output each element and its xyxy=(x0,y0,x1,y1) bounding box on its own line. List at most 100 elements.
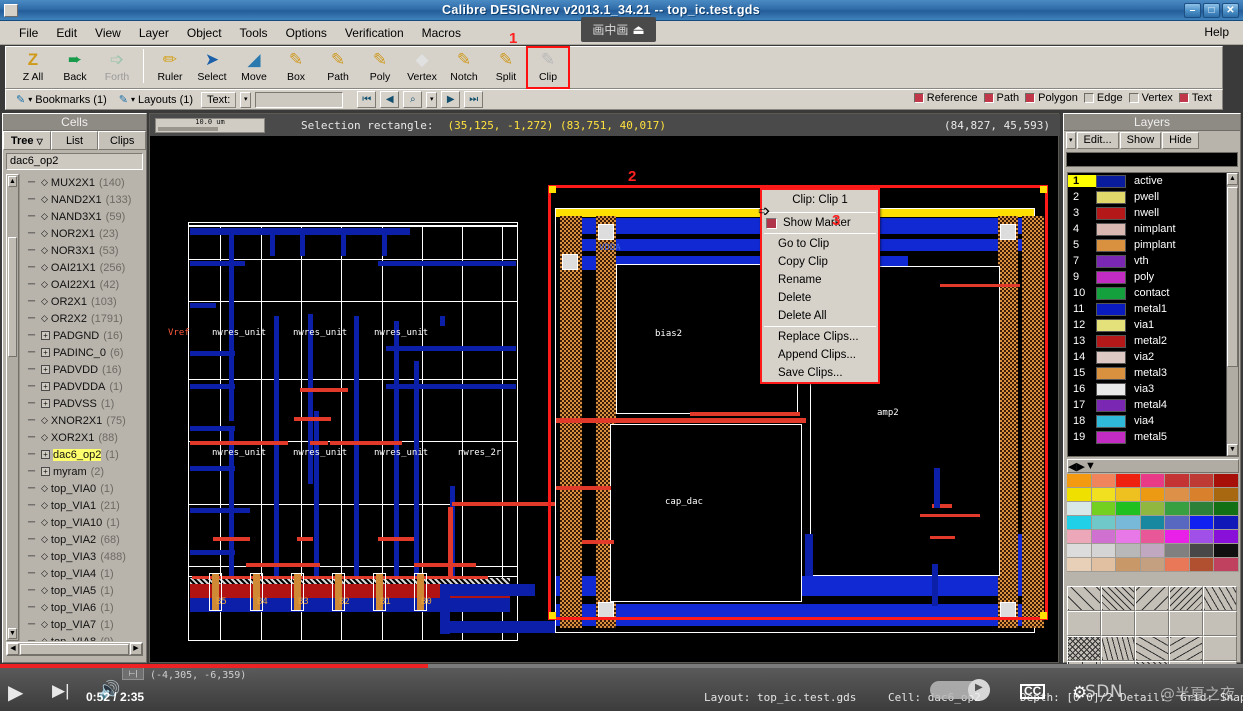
layer-color-swatch[interactable] xyxy=(1096,190,1126,204)
layer-color-swatch[interactable] xyxy=(1096,254,1126,268)
palette-swatch[interactable] xyxy=(1140,474,1165,488)
layer-color-swatch[interactable] xyxy=(1096,238,1126,252)
checkbox-icon[interactable] xyxy=(1025,93,1036,103)
cell-tree-item[interactable]: ─◇top_VIA8(9) xyxy=(20,633,143,642)
cell-tree-item[interactable]: ─ + myram (2) xyxy=(20,463,143,480)
menu-item-append-clips[interactable]: Append Clips... xyxy=(762,346,878,364)
palette-swatch[interactable] xyxy=(1165,530,1190,544)
pattern-swatch[interactable] xyxy=(1135,611,1169,636)
clip-context-menu[interactable]: Clip: Clip 1 Show Marker Go to Clip Copy… xyxy=(760,188,880,384)
cells-tree-hscrollbar[interactable]: ◀ ▶ xyxy=(6,642,143,656)
layer-color-swatch[interactable] xyxy=(1096,318,1126,332)
cell-filter-input[interactable]: dac6_op2 xyxy=(6,153,143,170)
palette-swatch[interactable] xyxy=(1140,558,1165,572)
palette-swatch[interactable] xyxy=(1116,488,1141,502)
layer-color-swatch[interactable] xyxy=(1096,286,1126,300)
pip-icon[interactable]: ⏏ xyxy=(632,22,644,38)
clip-handle-br[interactable] xyxy=(1040,612,1047,619)
palette-swatch[interactable] xyxy=(1091,516,1116,530)
tool-move[interactable]: ◢ Move xyxy=(233,47,275,88)
palette-swatch[interactable] xyxy=(1140,502,1165,516)
scroll-thumb[interactable] xyxy=(1227,187,1238,367)
layer-row[interactable]: 5 pimplant xyxy=(1068,237,1226,253)
close-button[interactable]: ✕ xyxy=(1222,2,1239,18)
pattern-swatch[interactable] xyxy=(1135,586,1169,611)
cell-tree-item[interactable]: ─ ◇ top_VIA6 (1) xyxy=(20,599,143,616)
clip-handle-tr[interactable] xyxy=(1040,186,1047,193)
palette-swatch[interactable] xyxy=(1116,474,1141,488)
menu-item-delete-all[interactable]: Delete All xyxy=(762,307,878,325)
cell-tree-item[interactable]: ─ ◇ NOR2X1 (23) xyxy=(20,225,143,242)
palette-swatch[interactable] xyxy=(1067,516,1092,530)
palette-swatch[interactable] xyxy=(1214,488,1239,502)
palette-swatch[interactable] xyxy=(1165,558,1190,572)
cell-tree-item[interactable]: ─ ◇ top_VIA5 (1) xyxy=(20,582,143,599)
layers-search-input[interactable] xyxy=(1066,152,1238,167)
layer-color-swatch[interactable] xyxy=(1096,430,1126,444)
layer-row[interactable]: 7 vth xyxy=(1068,253,1226,269)
palette-swatch[interactable] xyxy=(1067,502,1092,516)
color-palette[interactable] xyxy=(1067,474,1239,572)
cell-tree-item[interactable]: ─ ◇ OR2X2 (1791) xyxy=(20,310,143,327)
filter-edge[interactable]: Edge xyxy=(1083,92,1123,104)
layer-row[interactable]: 19 metal5 xyxy=(1068,429,1226,445)
expand-icon[interactable]: + xyxy=(41,399,50,408)
layers-options-dropdown[interactable]: ▾ xyxy=(1066,132,1076,149)
cell-tree-item[interactable]: ─ + dac6_op2 (1) xyxy=(20,446,143,463)
palette-swatch[interactable] xyxy=(1165,474,1190,488)
tab-clips[interactable]: Clips xyxy=(98,131,147,150)
cell-tree-item[interactable]: ─ ◇ top_VIA7 (1) xyxy=(20,616,143,633)
palette-swatch[interactable] xyxy=(1214,558,1239,572)
cell-tree-item[interactable]: ─ ◇ top_VIA3 (488) xyxy=(20,548,143,565)
palette-swatch[interactable] xyxy=(1189,558,1214,572)
palette-swatch[interactable] xyxy=(1214,502,1239,516)
palette-swatch[interactable] xyxy=(1091,502,1116,516)
cell-tree-item[interactable]: ─ ◇ OR2X1 (103) xyxy=(20,293,143,310)
scroll-left-icon[interactable]: ◀ xyxy=(1068,460,1076,473)
checkbox-icon[interactable] xyxy=(1178,93,1189,103)
tool-ruler[interactable]: ✏ Ruler xyxy=(149,47,191,88)
menu-item-copy-clip[interactable]: Copy Clip xyxy=(762,253,878,271)
pattern-swatch[interactable] xyxy=(1203,586,1237,611)
tool-select[interactable]: ➤ Select xyxy=(191,47,233,88)
palette-swatch[interactable] xyxy=(1116,502,1141,516)
menu-item-file[interactable]: File xyxy=(10,24,47,42)
menu-item-replace-clips[interactable]: Replace Clips... xyxy=(762,328,878,346)
palette-swatch[interactable] xyxy=(1214,544,1239,558)
layer-row[interactable]: 17 metal4 xyxy=(1068,397,1226,413)
layer-row[interactable]: 16 via3 xyxy=(1068,381,1226,397)
filter-reference[interactable]: Reference xyxy=(913,92,978,104)
palette-swatch[interactable] xyxy=(1067,558,1092,572)
menu-item-rename[interactable]: Rename xyxy=(762,271,878,289)
palette-swatch[interactable] xyxy=(1067,474,1092,488)
pattern-swatch[interactable] xyxy=(1067,636,1101,661)
nav-prev-button[interactable]: ◀ xyxy=(380,91,400,108)
menu-item-delete[interactable]: Delete xyxy=(762,289,878,307)
nav-next-button[interactable]: ▶ xyxy=(441,91,461,108)
palette-swatch[interactable] xyxy=(1189,516,1214,530)
menu-item-verification[interactable]: Verification xyxy=(336,24,413,42)
layout-canvas-area[interactable]: 10.0 um Selection rectangle: (35,125, -1… xyxy=(149,113,1060,663)
cell-tree-item[interactable]: ─ + PADVDD (16) xyxy=(20,361,143,378)
scroll-thumb[interactable] xyxy=(8,237,17,357)
pattern-swatch[interactable] xyxy=(1203,611,1237,636)
layers-edit-button[interactable]: Edit... xyxy=(1076,132,1119,149)
cell-tree-item[interactable]: ─ ◇ XNOR2X1 (75) xyxy=(20,412,143,429)
layers-hide-button[interactable]: Hide xyxy=(1162,132,1199,149)
cell-tree-item[interactable]: ─ + PADGND (16) xyxy=(20,327,143,344)
layer-row[interactable]: 15 metal3 xyxy=(1068,365,1226,381)
palette-swatch[interactable] xyxy=(1091,558,1116,572)
pattern-swatch[interactable] xyxy=(1203,636,1237,661)
layer-color-swatch[interactable] xyxy=(1096,206,1126,220)
cells-tree-list[interactable]: ─ ◇ MUX2X1 (140) ─ ◇ NAND2X1 (133) ─ ◇ NAND3X1 (59)… xyxy=(19,174,143,641)
layer-color-swatch[interactable] xyxy=(1096,366,1126,380)
palette-swatch[interactable] xyxy=(1091,474,1116,488)
hscroll-thumb[interactable] xyxy=(20,643,129,655)
scroll-left-icon[interactable]: ◀ xyxy=(7,643,19,655)
layers-show-button[interactable]: Show xyxy=(1119,132,1162,149)
tool-back[interactable]: ➨ Back xyxy=(54,47,96,88)
scroll-right-icon[interactable]: ▶ xyxy=(130,643,142,655)
scroll-down-icon[interactable]: ▼ xyxy=(1227,444,1238,456)
checkbox-icon[interactable] xyxy=(983,93,994,103)
palette-swatch[interactable] xyxy=(1165,544,1190,558)
